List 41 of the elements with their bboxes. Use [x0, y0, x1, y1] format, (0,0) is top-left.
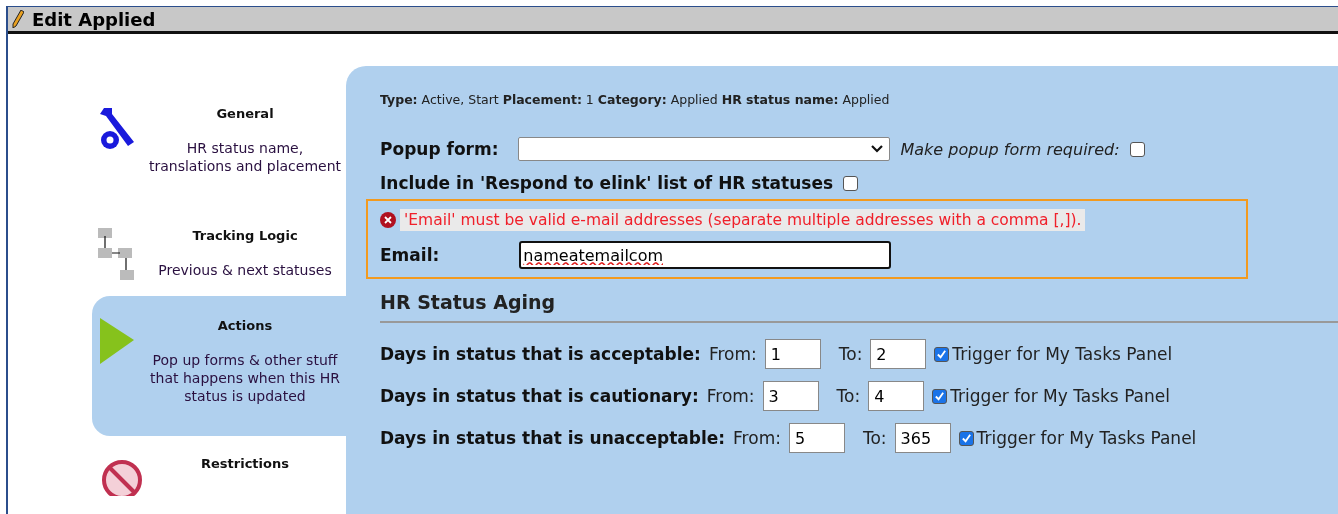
field-label: To: — [836, 386, 861, 406]
checkbox[interactable] — [958, 430, 974, 446]
checkbox[interactable] — [934, 346, 950, 362]
window-title: Edit Applied — [32, 8, 156, 30]
checkbox[interactable] — [932, 388, 948, 404]
days-from-field[interactable]: 3 — [762, 381, 819, 411]
sidebar-item[interactable]: Restrictions — [92, 456, 346, 514]
field-label: From: — [706, 386, 755, 406]
sidebar-item[interactable]: Actions Pop up forms & other stuff that happens when this HR status is updated — [92, 296, 346, 436]
sidebar-item[interactable]: Tracking Logic Previous & next statuses — [92, 228, 346, 296]
popup-form-select[interactable] — [518, 137, 891, 161]
field-label: From: — [733, 428, 781, 448]
status-summary: Type: Active, Start Placement: 1 Category: Applied HR status name: Applied — [380, 92, 891, 107]
field-label: From: — [708, 344, 757, 364]
field-label: To: — [862, 428, 887, 448]
field-label: Include in 'Respond to elink' list of HR statuses — [380, 173, 834, 193]
email-field[interactable]: nameatemailcom — [519, 241, 892, 269]
chevron-icon — [871, 145, 884, 153]
checkbox[interactable] — [1129, 141, 1145, 157]
checkbox-label: Trigger for My Tasks Panel — [976, 428, 1197, 448]
field-label: Days in status that is acceptable: — [380, 344, 701, 364]
days-from-field[interactable]: 1 — [764, 339, 821, 369]
checkbox-label: Trigger for My Tasks Panel — [952, 344, 1173, 364]
days-to-field[interactable]: 2 — [870, 339, 927, 369]
days-from-field[interactable]: 5 — [788, 423, 845, 453]
play-icon — [98, 318, 134, 364]
error-icon — [380, 212, 396, 228]
section-heading: HR Status Aging — [380, 279, 1338, 323]
days-to-field[interactable]: 365 — [894, 423, 951, 453]
pencil-icon — [12, 10, 24, 28]
error-message: 'Email' must be valid e-mail addresses (separate multiple addresses with a comma [,]). — [400, 209, 1086, 231]
field-label: Days in status that is unacceptable: — [380, 428, 726, 448]
checkbox[interactable] — [843, 175, 859, 191]
checkbox-label: Trigger for My Tasks Panel — [950, 386, 1170, 406]
field-label: Days in status that is cautionary: — [380, 386, 699, 406]
field-label: To: — [838, 344, 863, 364]
field-label: Make popup form required: — [900, 139, 1120, 159]
sidebar-item[interactable]: General HR status name, translations and placement — [92, 106, 346, 228]
field-label: Email: — [380, 245, 440, 265]
days-to-field[interactable]: 4 — [868, 381, 925, 411]
field-label: Popup form: — [380, 139, 499, 159]
